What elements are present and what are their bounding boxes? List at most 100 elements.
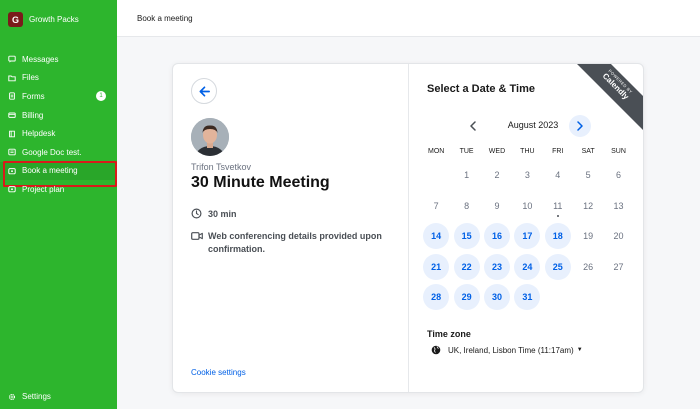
calendar-day-available[interactable]: 22 [453,253,480,280]
calendar-cell: 21 [421,252,451,283]
brand-name: Growth Packs [29,15,79,24]
calendar-cell [603,282,633,313]
calendar-cell: 15 [451,221,481,252]
weekday-label: WED [488,148,506,155]
chevron-right-icon [577,121,583,131]
caret-down-icon: ▼ [576,347,583,353]
sidebar-item-label: Book a meeting [22,166,78,176]
meeting-title: 30 Minute Meeting [191,174,330,191]
calendar-day-available[interactable]: 29 [453,284,480,311]
cookie-settings-link[interactable]: Cookie settings [191,368,246,377]
calendar-cell: 20 [603,221,633,252]
billing-icon [8,111,16,119]
calendar-cell: 18 [543,221,573,252]
calendar-day-available[interactable]: 23 [483,253,510,280]
calendar-day-available[interactable]: 14 [423,223,450,250]
sidebar-item-settings[interactable]: Settings [8,392,51,401]
calendar-day-available[interactable]: 31 [514,284,541,311]
meeting-icon [8,167,16,175]
calendar-day: 2 [494,170,500,181]
sidebar-item-files[interactable]: Files [0,69,117,88]
calendar-day: 6 [616,170,622,181]
host-name: Trifon Tsvetkov [191,162,252,172]
gear-icon [8,393,16,401]
calendar-cell: 17 [512,221,542,252]
calendar-cell: 8 [451,191,481,222]
calendar-day: 12 [583,200,594,211]
sidebar-item-google-doc-test[interactable]: Google Doc test. [0,143,117,162]
sidebar-item-label: Files [22,73,39,83]
calendar-day-available[interactable]: 24 [514,253,541,280]
duration-text: 30 min [208,208,237,219]
arrow-left-icon [198,85,210,97]
sidebar-item-project-plan[interactable]: Project plan [0,180,117,199]
calendar-cell: 3 [512,160,542,191]
globe-icon [431,345,441,355]
settings-label: Settings [22,392,51,401]
calendar-day: 27 [613,261,624,272]
weekday-header: MON TUE WED THU FRI SAT SUN [421,148,637,155]
calendar-cell: 2 [482,160,512,191]
calendar-day: 11 [545,193,571,219]
calendar-day-available[interactable]: 25 [544,253,571,280]
timezone-selector[interactable]: UK, Ireland, Lisbon Time (11:17am) ▼ [431,345,583,355]
forms-count-badge: 1 [96,91,106,102]
calendar-day-available[interactable]: 28 [423,284,450,311]
calendar-day: 4 [555,170,561,181]
plan-icon [8,185,16,193]
weekday-label: TUE [459,148,474,155]
sidebar-item-forms[interactable]: Forms 1 [0,87,117,106]
folder-icon [8,74,16,82]
calendar-cell: 23 [482,252,512,283]
conferencing-info: Web conferencing details provided upon c… [191,230,401,256]
weekday-label: SAT [581,148,595,155]
sidebar-item-book-a-meeting[interactable]: Book a meeting [0,160,117,187]
calendar-cell [543,282,573,313]
calendar-day-available[interactable]: 16 [483,223,510,250]
weekday-label: MON [428,148,445,155]
calendar-cell: 29 [451,282,481,313]
weekday-label: FRI [552,148,564,155]
calendar-cell: 7 [421,191,451,222]
calendar-cell: 1 [451,160,481,191]
clock-icon [191,208,202,219]
brand[interactable]: G Growth Packs [8,12,79,27]
next-month-button[interactable] [569,115,591,137]
calendar-day: 20 [613,231,624,242]
chevron-left-icon [470,121,476,131]
calendar-cell: 22 [451,252,481,283]
doc-icon [8,148,16,156]
calendar-grid: 1 2 3 4 5 6 7 8 9 10 11 12 13 14 15 16 17 18 19 20 21 22 23 24 2… [421,160,637,313]
previous-month-button[interactable] [467,120,479,132]
sidebar-item-billing[interactable]: Billing [0,106,117,125]
timezone-value: UK, Ireland, Lisbon Time (11:17am) [448,345,574,355]
top-header: Book a meeting [117,0,700,37]
calendar-cell: 30 [482,282,512,313]
calendar-day: 10 [522,200,533,211]
calendar-day-available[interactable]: 21 [423,253,450,280]
sidebar-item-messages[interactable]: Messages [0,50,117,69]
event-details-panel: Trifon Tsvetkov 30 Minute Meeting 30 min… [173,64,409,392]
calendar-day-available[interactable]: 15 [453,223,480,250]
timezone-label: Time zone [427,329,471,339]
current-month: August 2023 [507,120,559,130]
calendar-day-available[interactable]: 17 [514,223,541,250]
calendar-day: 19 [583,231,594,242]
calendar-day-available[interactable]: 18 [544,223,571,250]
calendar-cell: 24 [512,252,542,283]
calendar-cell [421,160,451,191]
conferencing-text: Web conferencing details provided upon c… [208,231,382,254]
calendar-day-available[interactable]: 30 [483,284,510,311]
calendar-cell: 25 [543,252,573,283]
booking-card: Trifon Tsvetkov 30 Minute Meeting 30 min… [172,63,644,393]
calendar-cell: 28 [421,282,451,313]
calendar-day: 8 [464,200,470,211]
page-title: Book a meeting [137,14,193,23]
calendar-day: 9 [494,200,500,211]
form-icon [8,92,16,101]
calendar-cell: 14 [421,221,451,252]
calendar-cell: 19 [573,221,603,252]
sidebar-item-helpdesk[interactable]: Helpdesk [0,124,117,143]
weekday-label: SUN [611,148,626,155]
back-button[interactable] [191,78,217,104]
